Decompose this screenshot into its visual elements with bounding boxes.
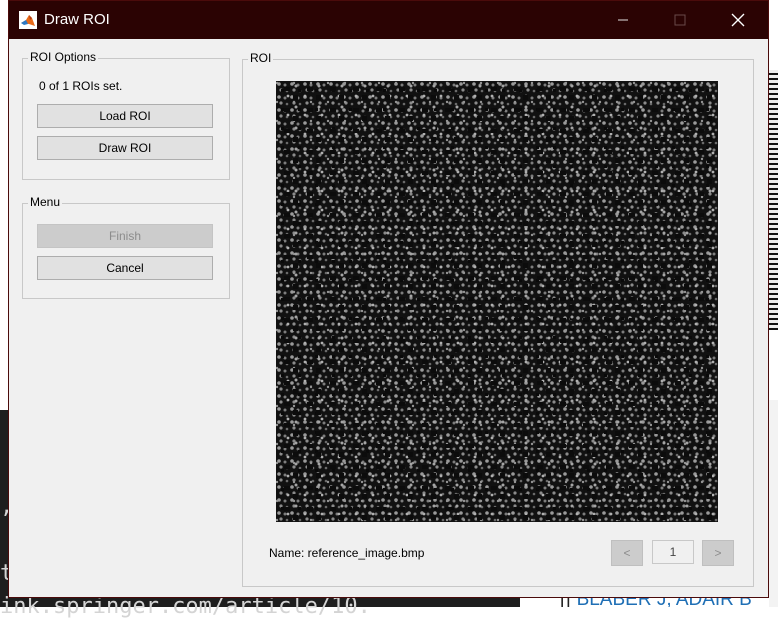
reference-image[interactable] xyxy=(276,81,718,522)
next-image-button[interactable]: > xyxy=(702,540,734,566)
maximize-icon xyxy=(674,14,686,26)
matlab-icon xyxy=(19,11,37,29)
background-image-strip xyxy=(769,70,778,330)
previous-image-button[interactable]: < xyxy=(611,540,643,566)
roi-options-group: ROI Options 0 of 1 ROIs set. Load ROI Dr… xyxy=(22,50,230,180)
image-index-field[interactable]: 1 xyxy=(652,540,694,564)
finish-button[interactable]: Finish xyxy=(37,224,213,248)
maximize-button[interactable] xyxy=(657,1,703,39)
cancel-button[interactable]: Cancel xyxy=(37,256,213,280)
image-name-text: Name: reference_image.bmp xyxy=(269,546,425,560)
title-bar[interactable]: Draw ROI xyxy=(9,1,768,39)
draw-roi-button[interactable]: Draw ROI xyxy=(37,136,213,160)
roi-group: ROI Name: reference_image.bmp < 1 > xyxy=(242,51,754,587)
menu-group: Menu Finish Cancel xyxy=(22,195,230,299)
draw-roi-window: Draw ROI ROI Options 0 of 1 ROIs set. Lo… xyxy=(8,0,769,598)
roi-status-text: 0 of 1 ROIs set. xyxy=(39,79,123,93)
load-roi-button[interactable]: Load ROI xyxy=(37,104,213,128)
roi-options-legend: ROI Options xyxy=(28,50,99,64)
close-icon xyxy=(731,13,745,27)
minimize-button[interactable] xyxy=(600,1,646,39)
background-panel xyxy=(769,400,778,607)
menu-legend: Menu xyxy=(28,195,63,209)
minimize-icon xyxy=(618,19,628,21)
window-title: Draw ROI xyxy=(44,11,110,28)
roi-legend: ROI xyxy=(248,51,274,65)
close-button[interactable] xyxy=(715,1,761,39)
background-code-line: ink.springer.com/article/10. xyxy=(0,594,371,619)
